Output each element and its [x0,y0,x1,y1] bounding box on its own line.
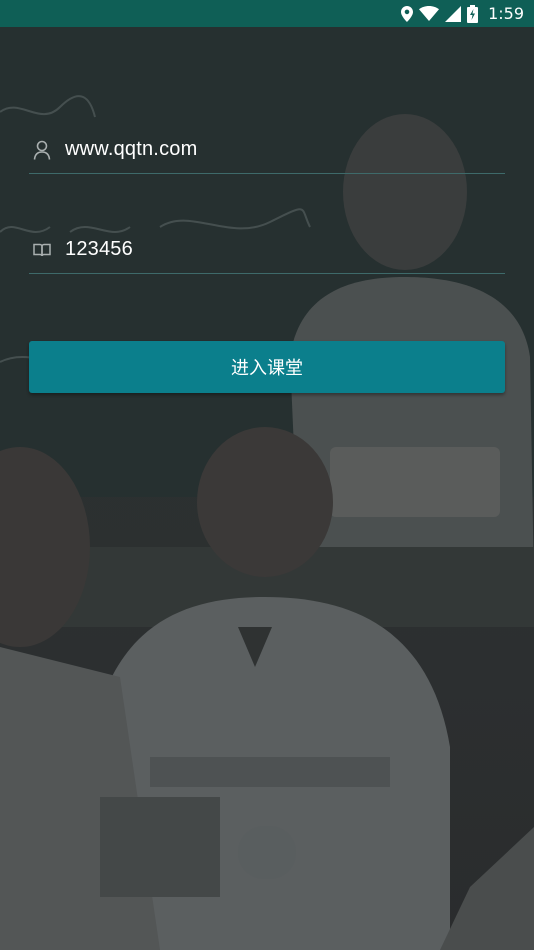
status-time: 1:59 [488,4,524,23]
password-field[interactable]: 123456 [29,226,505,274]
enter-classroom-button[interactable]: 进入课堂 [29,341,505,393]
wifi-icon [419,6,440,21]
username-value: www.qqtn.com [65,138,198,160]
book-icon [29,237,55,263]
signal-icon [445,5,462,22]
battery-charging-icon [467,4,479,23]
floating-assist-button[interactable] [238,826,296,879]
person-icon [29,137,55,163]
password-value: 123456 [65,238,133,260]
location-icon [401,5,414,22]
status-bar: 1:59 [0,0,534,27]
username-field[interactable]: www.qqtn.com [29,126,505,174]
